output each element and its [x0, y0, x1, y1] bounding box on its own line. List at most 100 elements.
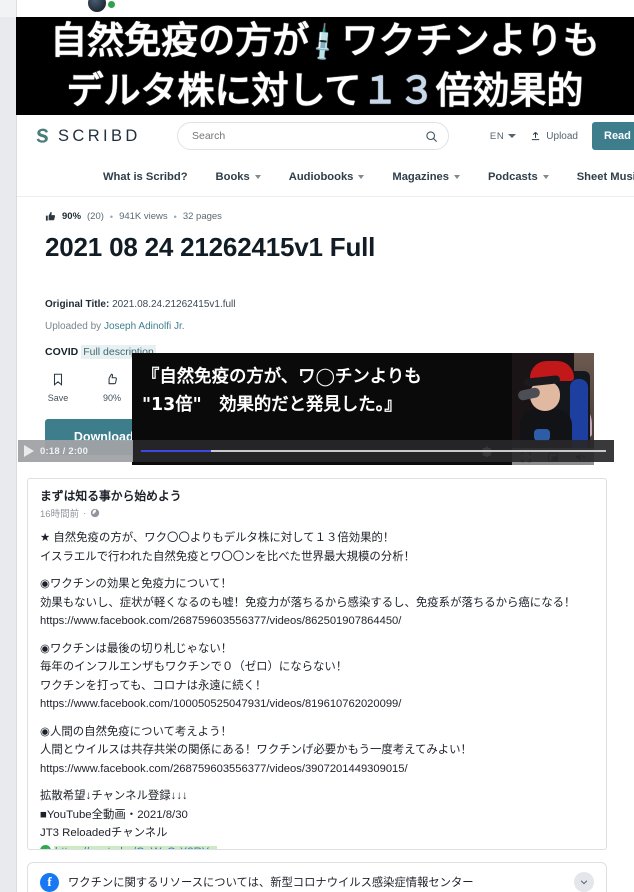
- nav-divider: [17, 196, 634, 197]
- post-url[interactable]: https://www.facebook.com/100050525047931…: [40, 695, 594, 714]
- japanese-caption-banner: 自然免疫の方が💉ワクチンよりも デルタ株に対して１３倍効果的: [16, 17, 634, 115]
- post-line: ワクチンを打っても、コロナは永遠に続く！: [40, 679, 267, 692]
- nav-item-audiobooks[interactable]: Audiobooks: [275, 171, 379, 183]
- chevron-down-icon: [580, 880, 588, 885]
- banner-line-2: デルタ株に対して１３倍効果的: [67, 68, 584, 114]
- separator-dot: •: [109, 211, 114, 222]
- post-url[interactable]: https://www.facebook.com/268759603556377…: [40, 760, 594, 779]
- chevron-down-icon: [358, 175, 365, 179]
- thumbs-up-label: 90%: [102, 393, 121, 403]
- language-label: EN: [489, 130, 505, 142]
- thumbs-up-button[interactable]: 90%: [99, 372, 125, 403]
- nav-label: What is Scribd?: [103, 171, 188, 183]
- header-right-controls: EN Upload Read free: [490, 122, 634, 150]
- search-box[interactable]: [177, 122, 449, 150]
- video-caption-line-1: 『自然免疫の方が、ワ◯チンよりも: [142, 367, 422, 387]
- banner-line-2-part-a: デルタ株に対して: [66, 69, 362, 112]
- upload-label: Upload: [546, 130, 578, 142]
- nav-label: Podcasts: [487, 171, 538, 183]
- post-line: ◉ワクチンの効果と免疫力について！: [40, 578, 232, 590]
- banner-line-1-part-a: 自然免疫の方が: [50, 19, 310, 62]
- chevron-down-icon: [453, 175, 460, 179]
- scribd-logo[interactable]: SCRIBD: [31, 126, 141, 147]
- chevron-down-icon: [542, 175, 549, 179]
- banner-line-2-part-b: 倍効果的: [435, 69, 584, 112]
- original-title-row: Original Title: 2021.08.24.21262415v1.fu…: [45, 299, 634, 310]
- post-line: ◉人間の自然免疫について考えよう！: [40, 725, 232, 738]
- chevron-down-icon: [508, 134, 517, 138]
- nav-label: Magazines: [392, 171, 449, 183]
- facebook-post-card: まずは知る事から始めよう 16時間前 · ★ 自然免疫の方が、ワク〇〇よりもデル…: [27, 478, 607, 850]
- scribd-header: SCRIBD EN Upload Read: [17, 115, 634, 157]
- post-url[interactable]: https://www.facebook.com/268759603556377…: [40, 612, 594, 631]
- post-author-name[interactable]: まずは知る事から始めよう: [40, 487, 594, 504]
- verified-check-icon: [40, 844, 51, 849]
- page-title: 2021 08 24 21262415v1 Full: [45, 232, 376, 262]
- video-progress-bar[interactable]: [141, 450, 606, 452]
- page-left-gutter: [0, 0, 16, 892]
- post-line: JT3 Reloadedチャンネル: [40, 827, 168, 839]
- nav-item-what-is-scribd[interactable]: What is Scribd?: [89, 171, 202, 183]
- nav-item-books[interactable]: Books: [202, 171, 275, 183]
- nav-label: Sheet Music: [576, 171, 634, 183]
- post-meta-dot: ·: [83, 507, 87, 519]
- bookmark-icon: [53, 373, 63, 386]
- post-line: 効果もないし、症状が軽くなるのも嘘！免疫力が落ちるから感染するし、免疫系が落ちる…: [40, 596, 576, 609]
- banner-multiplier: １３: [361, 69, 436, 112]
- post-line: ■YouTube全動画・2021/8/30: [40, 808, 188, 821]
- upload-button[interactable]: Upload: [530, 130, 578, 142]
- top-strip: [0, 0, 634, 17]
- post-line: 拡散希望↓チャンネル登録↓↓↓: [40, 790, 188, 802]
- nav-item-magazines[interactable]: Magazines: [378, 171, 474, 183]
- separator-dot: •: [173, 211, 177, 222]
- page-count: 32 pages: [182, 211, 222, 222]
- post-meta: 16時間前 ·: [40, 506, 594, 520]
- save-label: Save: [47, 393, 69, 403]
- uploader-row: Uploaded by Joseph Adinolfi Jr.: [45, 321, 634, 332]
- post-line: ★ 自然免疫の方が、ワク〇〇よりもデルタ株に対して１３倍効果的！: [40, 532, 395, 544]
- covid-tag: COVID: [45, 346, 79, 358]
- online-status-dot: [107, 0, 116, 9]
- language-selector[interactable]: EN: [489, 130, 517, 142]
- post-timestamp[interactable]: 16時間前: [40, 506, 79, 520]
- video-caption-text: 『自然免疫の方が、ワ◯チンよりも "13倍" 効果的だと発見した。』: [132, 353, 512, 419]
- original-title-label: Original Title:: [45, 299, 110, 310]
- post-line: ◉ワクチンは最後の切り札じゃない！: [40, 642, 233, 655]
- uploader-link[interactable]: Joseph Adinolfi Jr.: [104, 321, 185, 332]
- nav-label: Audiobooks: [288, 171, 354, 183]
- nav-item-sheet-music[interactable]: Sheet Music: [563, 171, 634, 183]
- facebook-logo-icon: f: [40, 872, 59, 892]
- rating-percent: 90%: [62, 211, 82, 222]
- post-line: イスラエルで行われた自然免疫とワ〇〇ンを比べた世界最大規模の分析！: [40, 550, 415, 563]
- view-count: 941K views: [119, 211, 168, 222]
- banner-line-1: 自然免疫の方が💉ワクチンよりも: [50, 18, 600, 68]
- play-icon[interactable]: [24, 445, 34, 457]
- video-progress-fill: [141, 450, 211, 452]
- post-youtube-link[interactable]: https://youtu.be/CaWxO-X2RYg: [54, 845, 217, 849]
- scribd-mark-icon: [36, 128, 48, 143]
- read-free-button[interactable]: Read free: [592, 122, 634, 150]
- covid-banner-expand-button[interactable]: [574, 872, 594, 892]
- video-progress-track[interactable]: [133, 440, 614, 462]
- covid-banner-text: ワクチンに関するリソースについては、新型コロナウイルス感染症情報センター: [68, 877, 474, 889]
- video-caption-line-2: "13倍" 効果的だと発見した。』: [142, 395, 402, 415]
- globe-icon: [91, 508, 100, 518]
- uploaded-by-label: Uploaded by: [45, 321, 104, 332]
- nav-item-podcasts[interactable]: Podcasts: [474, 171, 563, 183]
- search-input[interactable]: [192, 130, 425, 142]
- search-icon[interactable]: [425, 130, 438, 143]
- video-playback-controls: 0:18 / 2:00: [18, 440, 133, 462]
- chevron-down-icon: [254, 175, 261, 179]
- rating-count: (20): [87, 211, 104, 222]
- post-line: 人間とウイルスは共存共栄の関係にある！ワクチンげ必要かもう一度考えてみよい！: [40, 744, 472, 756]
- thumbs-up-icon: [108, 373, 117, 385]
- scribd-wordmark: SCRIBD: [58, 126, 141, 145]
- screenshot-root: 自然免疫の方が💉ワクチンよりも デルタ株に対して１３倍効果的 SCRIBD Se…: [0, 0, 634, 892]
- video-control-bar[interactable]: 0:18 / 2:00: [18, 440, 614, 462]
- scribd-nav: What is Scribd? Books Audiobooks Magazin…: [17, 157, 634, 197]
- post-youtube-row: https://youtu.be/CaWxO-X2RYg: [40, 843, 594, 849]
- post-body: ★ 自然免疫の方が、ワク〇〇よりもデルタ株に対して１３倍効果的！ イスラエルで行…: [40, 529, 594, 849]
- covid-info-banner[interactable]: f ワクチンに関するリソースについては、新型コロナウイルス感染症情報センター: [27, 862, 607, 892]
- save-button[interactable]: Save: [45, 372, 71, 403]
- video-time-display: 0:18 / 2:00: [40, 445, 89, 457]
